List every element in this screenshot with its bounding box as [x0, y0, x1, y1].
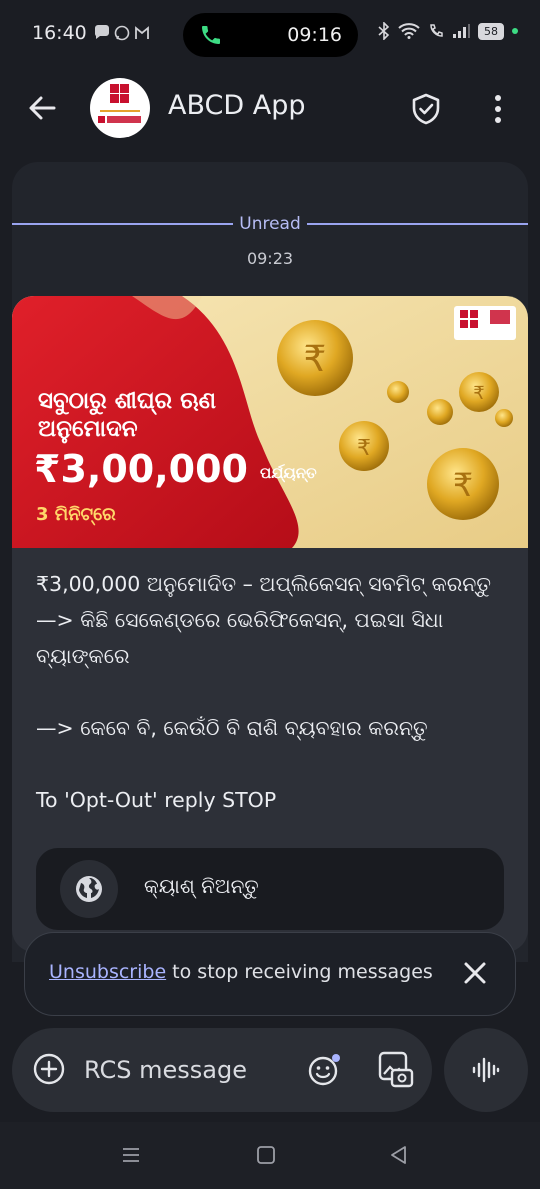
gmail-icon [135, 26, 149, 39]
svg-text:₹: ₹ [453, 466, 473, 504]
cash-cta-button[interactable]: କ୍ୟାଶ୍ ନିଅନ୍ତୁ [36, 848, 504, 930]
svg-text:₹: ₹ [357, 436, 371, 461]
rich-message-card[interactable]: ₹ ₹ ₹ ₹ ସବୁଠାରୁ ଶୀଘ୍ର ଋଣ ଅନୁମୋଦନ ₹3,00,0… [12, 296, 528, 952]
system-nav-bar [0, 1122, 540, 1189]
banner-amount-suffix: ପର୍ଯ୍ୟନ୍ତ [260, 463, 317, 483]
nav-back-icon[interactable] [388, 1144, 408, 1166]
banner-headline-1: ସବୁଠାରୁ ଶୀଘ୍ର ଋଣ [38, 388, 216, 415]
message-input[interactable] [84, 1052, 284, 1088]
conversation-title: ABCD App [168, 90, 306, 121]
status-time: 16:40 [32, 22, 87, 44]
message-text: ₹3,00,000 ଅନୁମୋଦିତ – ଅପ୍ଲିକେସନ୍ ସବମିଟ୍ କ… [36, 572, 492, 812]
svg-text:₹: ₹ [473, 383, 484, 404]
banner-duration: 3 ମିନିଟ୍‌ରେ [36, 504, 116, 526]
divider-line [12, 223, 234, 225]
contact-avatar[interactable] [90, 78, 150, 138]
banner-headline-2: ଅନୁମୋଦନ [38, 416, 138, 444]
globe-icon [76, 876, 102, 902]
gallery-icon[interactable] [376, 1050, 414, 1090]
wifi-icon [398, 23, 420, 39]
privacy-dot [512, 28, 518, 34]
svg-text:₹: ₹ [304, 339, 327, 380]
bluetooth-icon [378, 22, 390, 40]
message-timestamp: 09:23 [246, 249, 294, 268]
phone-icon [202, 26, 220, 44]
waveform-icon [472, 1057, 500, 1083]
battery-icon: 58 [478, 22, 504, 40]
chat-bubble-icon [95, 25, 109, 39]
cta-label: କ୍ୟାଶ୍ ନିଅନ୍ତୁ [144, 874, 259, 898]
notification-icons [94, 25, 154, 45]
whatsapp-icon [114, 25, 130, 41]
unsubscribe-banner: Unsubscribe to stop receiving messages [24, 932, 516, 1016]
call-time: 09:16 [287, 24, 342, 46]
globe-icon-wrap [60, 860, 118, 918]
unread-label: Unread [239, 214, 301, 234]
abcd-logo-icon [98, 84, 141, 123]
unsubscribe-text: Unsubscribe to stop receiving messages [49, 961, 433, 983]
status-bar: 16:40 09:16 58 [0, 0, 540, 64]
app-bar: ABCD App [0, 64, 540, 154]
system-icons: 58 [378, 22, 518, 40]
verified-shield-icon[interactable] [410, 92, 442, 126]
unsubscribe-suffix: to stop receiving messages [166, 961, 433, 983]
close-icon[interactable] [459, 957, 491, 989]
back-arrow-icon[interactable] [24, 90, 60, 126]
banner-amount: ₹3,00,000 [34, 447, 248, 491]
recents-icon[interactable] [120, 1144, 142, 1166]
wifi-call-icon [430, 24, 443, 37]
signal-icon [453, 24, 470, 38]
voice-message-button[interactable] [444, 1028, 528, 1112]
more-options-icon[interactable] [484, 92, 512, 126]
unsubscribe-link[interactable]: Unsubscribe [49, 961, 166, 983]
compose-bar [12, 1028, 432, 1112]
home-icon[interactable] [256, 1145, 276, 1165]
divider-line [306, 223, 529, 225]
add-attachment-icon[interactable] [32, 1052, 66, 1086]
emoji-icon[interactable] [306, 1052, 342, 1088]
call-indicator-pill[interactable]: 09:16 [183, 13, 358, 57]
unread-divider: Unread [12, 212, 529, 236]
promo-banner[interactable]: ₹ ₹ ₹ ₹ ସବୁଠାରୁ ଶୀଘ୍ର ଋଣ ଅନୁମୋଦନ ₹3,00,0… [12, 296, 528, 548]
